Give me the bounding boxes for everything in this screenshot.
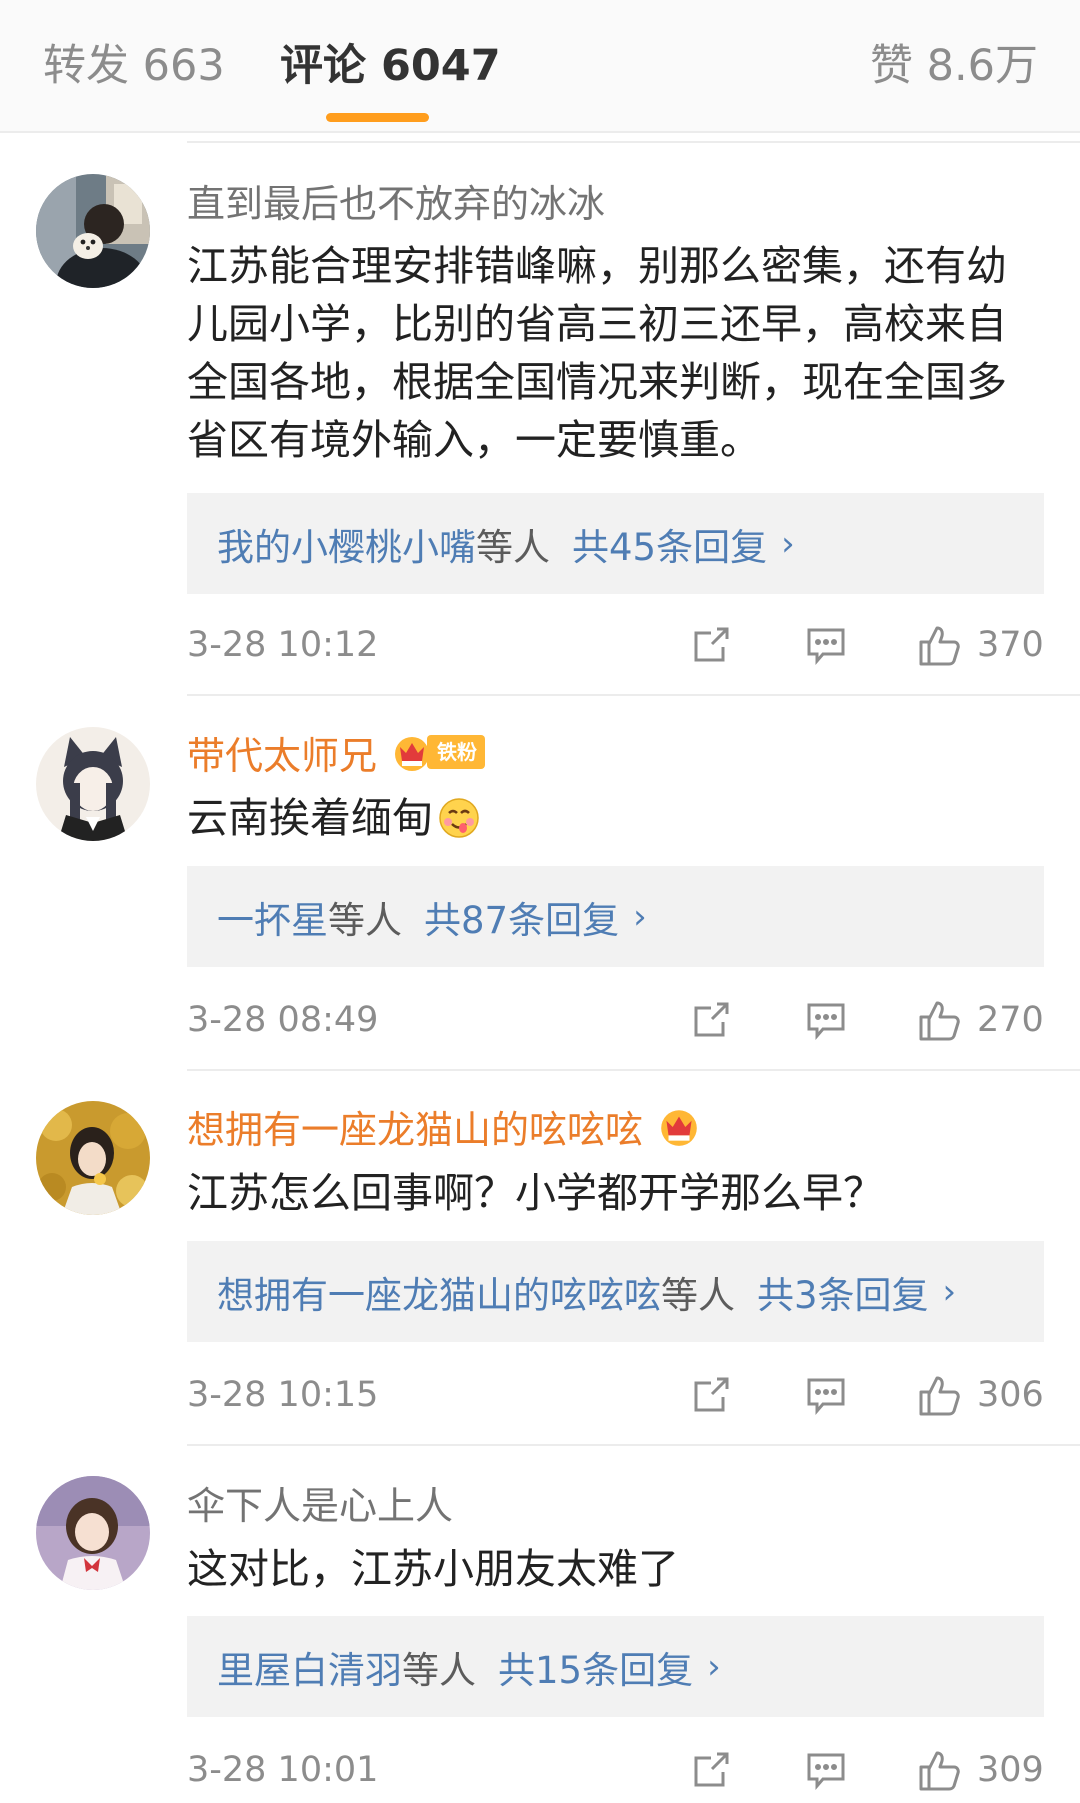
reply-count[interactable]: 共15条回复 <box>498 1640 693 1694</box>
tab-repost[interactable]: 转发 663 <box>43 36 225 96</box>
comment-text: 江苏能合理安排错峰嘛，别那么密集，还有幼儿园小学，比别的省高三初三还早，高校来自… <box>187 242 1007 464</box>
reply-user-names[interactable]: 我的小樱桃小嘴 <box>217 517 476 571</box>
chevron-right-icon: › <box>781 523 795 564</box>
reply-count[interactable]: 共45条回复 <box>572 517 767 571</box>
author-name[interactable]: 伞下人是心上人 <box>187 1475 453 1530</box>
share-icon <box>694 1002 729 1037</box>
share-icon <box>694 1377 729 1412</box>
reply-count[interactable]: 共87条回复 <box>424 890 619 944</box>
fan-badge-label: 铁粉 <box>427 735 486 769</box>
replies-summary[interactable]: 想拥有一座龙猫山的呟呟呟 等人 共3条回复 › <box>187 1241 1044 1342</box>
fan-badge[interactable]: 铁粉 <box>391 731 486 773</box>
vip-badge[interactable] <box>657 1104 701 1148</box>
like-button[interactable]: 270 <box>917 995 1044 1045</box>
comment-text: 江苏怎么回事啊？小学都开学那么早？ <box>187 1169 884 1217</box>
thumbs-up-icon <box>919 1376 960 1416</box>
author-row: 想拥有一座龙猫山的呟呟呟 <box>187 1099 701 1154</box>
list-top-divider <box>187 141 1080 143</box>
comment-time: 3-28 10:15 <box>187 1375 379 1415</box>
like-button[interactable]: 309 <box>917 1745 1044 1795</box>
chevron-right-icon: › <box>707 1646 721 1687</box>
replies-summary[interactable]: 我的小樱桃小嘴 等人 共45条回复 › <box>187 493 1044 594</box>
share-button[interactable] <box>690 1745 732 1795</box>
comment-divider <box>187 1444 1080 1446</box>
chevron-right-icon: › <box>942 1271 957 1312</box>
tab-comment[interactable]: 评论 6047 <box>280 36 501 96</box>
thumbs-up-icon <box>919 626 960 666</box>
chevron-right-icon: › <box>633 896 647 937</box>
reply-etc-label: 等人 <box>661 1273 735 1317</box>
comment-meta: 3-28 08:49 270 <box>187 995 1044 1045</box>
share-icon <box>694 627 729 662</box>
avatar[interactable] <box>36 174 150 288</box>
author-name[interactable]: 带代太师兄 <box>187 725 377 780</box>
comment-icon <box>807 1003 845 1041</box>
reply-user-names[interactable]: 里屋白清羽 <box>217 1640 402 1694</box>
avatar[interactable] <box>36 1476 150 1590</box>
comment-text: 这对比，江苏小朋友太难了 <box>187 1545 679 1593</box>
reply-button[interactable] <box>805 1745 847 1795</box>
comment-icon <box>807 1753 845 1791</box>
avatar[interactable] <box>36 1101 150 1215</box>
comment-divider <box>187 1069 1080 1071</box>
author-row: 带代太师兄 铁粉 <box>187 725 486 780</box>
reply-button[interactable] <box>805 620 847 670</box>
author-name[interactable]: 直到最后也不放弃的冰冰 <box>187 173 605 228</box>
replies-summary[interactable]: 一抔星 等人 共87条回复 › <box>187 866 1044 967</box>
like-button[interactable]: 370 <box>917 620 1044 670</box>
crown-badge-icon <box>661 1110 697 1146</box>
author-row: 直到最后也不放弃的冰冰 <box>187 173 605 228</box>
comment-time: 3-28 08:49 <box>187 1000 379 1040</box>
active-tab-indicator <box>326 113 429 122</box>
reply-etc-label: 等人 <box>402 1648 476 1692</box>
reply-button[interactable] <box>805 995 847 1045</box>
comment-icon <box>807 1378 845 1416</box>
reply-user-names[interactable]: 想拥有一座龙猫山的呟呟呟 <box>217 1265 661 1319</box>
comment-tabs-bar: 转发 663 评论 6047 赞 8.6万 <box>0 0 1080 133</box>
comment-time: 3-28 10:12 <box>187 625 379 665</box>
share-button[interactable] <box>690 995 732 1045</box>
comment-divider <box>187 694 1080 696</box>
like-button[interactable]: 306 <box>917 1370 1044 1420</box>
like-count: 370 <box>977 625 1044 665</box>
thumbs-up-icon <box>919 1001 960 1041</box>
comment-meta: 3-28 10:15 306 <box>187 1370 1044 1420</box>
comment-icon <box>807 628 845 666</box>
share-button[interactable] <box>690 620 732 670</box>
thumbs-up-icon <box>919 1751 960 1791</box>
like-count: 309 <box>977 1750 1044 1790</box>
reply-button[interactable] <box>805 1370 847 1420</box>
reply-count[interactable]: 共3条回复 <box>757 1265 929 1319</box>
reply-etc-label: 等人 <box>328 898 402 942</box>
yum-emoji-icon <box>439 798 479 838</box>
like-count: 306 <box>977 1375 1044 1415</box>
tab-like[interactable]: 赞 8.6万 <box>870 36 1038 96</box>
comment-time: 3-28 10:01 <box>187 1750 379 1790</box>
comment-text: 云南挨着缅甸 <box>187 794 433 842</box>
comment-meta: 3-28 10:12 370 <box>187 620 1044 670</box>
reply-etc-label: 等人 <box>476 525 550 569</box>
author-row: 伞下人是心上人 <box>187 1475 453 1530</box>
like-count: 270 <box>977 1000 1044 1040</box>
comment-meta: 3-28 10:01 309 <box>187 1745 1044 1795</box>
author-name[interactable]: 想拥有一座龙猫山的呟呟呟 <box>187 1099 643 1154</box>
avatar[interactable] <box>36 727 150 841</box>
comment-text-row: 云南挨着缅甸 <box>187 789 1047 847</box>
share-button[interactable] <box>690 1370 732 1420</box>
reply-user-names[interactable]: 一抔星 <box>217 890 328 944</box>
replies-summary[interactable]: 里屋白清羽 等人 共15条回复 › <box>187 1616 1044 1717</box>
share-icon <box>694 1752 729 1787</box>
